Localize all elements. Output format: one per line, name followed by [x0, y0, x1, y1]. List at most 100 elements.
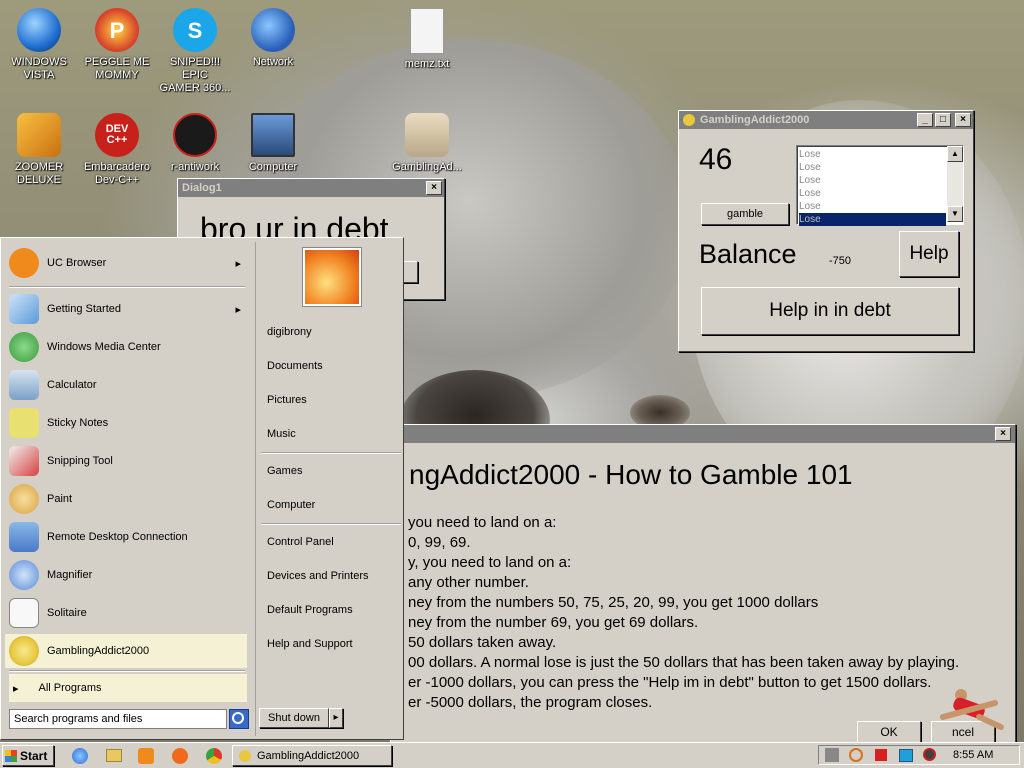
help-button[interactable]: Help	[899, 231, 959, 277]
all-programs-button[interactable]: ▸ All Programs	[9, 674, 247, 702]
howto-close-button[interactable]: ×	[995, 427, 1011, 441]
tray-search-icon[interactable]	[849, 748, 863, 762]
list-item[interactable]: Lose	[799, 148, 946, 161]
desktop-icon-label: Dev-C++	[94, 174, 140, 186]
start-item-magnifier[interactable]: Magnifier	[5, 558, 247, 592]
gambling-coin-icon	[239, 749, 251, 762]
submenu-arrow-icon: ▸	[235, 257, 241, 270]
start-item-snipping-tool[interactable]: Snipping Tool	[5, 444, 247, 478]
desktop-icon-sniped[interactable]: S SNIPED!!! EPIC GAMER 360...	[156, 8, 234, 95]
start-item-remote-desktop[interactable]: Remote Desktop Connection	[5, 520, 247, 554]
list-item[interactable]: Lose	[799, 187, 946, 200]
desktop-icon-windows-vista[interactable]: WINDOWS VISTA	[0, 8, 78, 82]
shutdown-options-button[interactable]: ▸	[329, 708, 343, 728]
uc-browser-taskbar-icon[interactable]	[172, 748, 188, 764]
paint-icon	[9, 484, 39, 514]
shutdown-button[interactable]: Shut down	[259, 708, 329, 728]
start-item-label: Windows Media Center	[47, 341, 161, 353]
gambling-close-button[interactable]: ×	[955, 113, 971, 127]
desktop-icon-gamblingaddict-folder[interactable]: GamblingAd...	[388, 113, 466, 174]
list-item[interactable]: Lose	[799, 174, 946, 187]
help-in-debt-button[interactable]: Help in in debt	[701, 287, 959, 335]
desktop-icon-peggle[interactable]: P PEGGLE ME MOMMY	[78, 8, 156, 82]
desktop-icon-devcpp[interactable]: DEV C++ Embarcadero Dev-C++	[78, 113, 156, 187]
desktop-icon-antiwork[interactable]: r-antiwork	[156, 113, 234, 174]
tray-network-icon[interactable]	[899, 749, 913, 762]
taskbar-clock[interactable]: 8:55 AM	[953, 749, 993, 761]
places-item-games[interactable]: Games	[267, 465, 302, 477]
search-input[interactable]: Search programs and files	[14, 713, 142, 725]
places-item-user[interactable]: digibrony	[267, 326, 312, 338]
tray-app-icon[interactable]	[825, 748, 839, 762]
start-item-getting-started[interactable]: Getting Started ▸	[5, 292, 247, 326]
howto-ok-button[interactable]: OK	[857, 721, 921, 742]
places-item-default-programs[interactable]: Default Programs	[267, 604, 353, 616]
getting-started-icon	[9, 294, 39, 324]
dialog1-title: Dialog1	[182, 182, 222, 194]
desktop-icon-label: GAMER 360...	[159, 82, 231, 94]
gambling-maximize-button[interactable]: □	[935, 113, 951, 127]
start-item-label: GamblingAddict2000	[47, 645, 150, 657]
start-menu: UC Browser ▸ Getting Started ▸ Windows M…	[0, 237, 404, 740]
start-item-gamblingaddict[interactable]: GamblingAddict2000	[5, 634, 247, 668]
show-desktop-button[interactable]	[1005, 748, 1015, 762]
howto-window: × ngAddict2000 - How to Gamble 101 you n…	[390, 424, 1016, 742]
list-item-selected[interactable]: Lose	[799, 213, 946, 226]
start-item-solitaire[interactable]: Solitaire	[5, 596, 247, 630]
magnifier-icon	[9, 560, 39, 590]
start-item-label: Remote Desktop Connection	[47, 531, 188, 543]
howto-line: any other number.	[408, 574, 529, 591]
start-item-paint[interactable]: Paint	[5, 482, 247, 516]
tray-volume-icon[interactable]	[923, 748, 936, 761]
howto-titlebar[interactable]: ×	[391, 425, 1015, 443]
chrome-icon[interactable]	[206, 748, 222, 764]
dialog1-close-button[interactable]: ×	[426, 181, 442, 195]
dialog1-titlebar[interactable]: Dialog1 ×	[178, 179, 444, 197]
places-item-devices-printers[interactable]: Devices and Printers	[267, 570, 369, 582]
places-item-documents[interactable]: Documents	[267, 360, 323, 372]
list-item[interactable]: Lose	[799, 161, 946, 174]
list-item[interactable]: Lose	[799, 200, 946, 213]
desktop-icon-computer[interactable]: Computer	[234, 113, 312, 174]
howto-line: you need to land on a:	[408, 514, 557, 531]
start-item-label: Magnifier	[47, 569, 93, 581]
start-item-uc-browser[interactable]: UC Browser ▸	[5, 246, 247, 280]
explorer-folder-icon[interactable]	[106, 749, 122, 762]
gambling-titlebar[interactable]: GamblingAddict2000 _ □ ×	[679, 111, 973, 129]
scroll-down-arrow-icon[interactable]: ▼	[947, 206, 963, 222]
search-box[interactable]: Search programs and files	[9, 709, 227, 729]
gambling-minimize-button[interactable]: _	[917, 113, 933, 127]
scroll-up-arrow-icon[interactable]: ▲	[947, 146, 963, 162]
desktop-icon-zoomer[interactable]: ZOOMER DELUXE	[0, 113, 78, 187]
places-item-control-panel[interactable]: Control Panel	[267, 536, 334, 548]
start-button[interactable]: Start	[2, 745, 54, 766]
start-item-sticky-notes[interactable]: Sticky Notes	[5, 406, 247, 440]
results-list-items: Lose Lose Lose Lose Lose Lose	[799, 148, 946, 226]
gamble-button[interactable]: gamble	[701, 203, 789, 225]
places-item-pictures[interactable]: Pictures	[267, 394, 307, 406]
desktop-icon-network[interactable]: Network	[234, 8, 312, 69]
desktop-icon-label: WINDOWS	[11, 56, 67, 68]
user-picture-icon[interactable]	[303, 248, 361, 306]
vista-orb-icon	[17, 8, 61, 52]
tray-flag-icon[interactable]	[875, 749, 887, 761]
places-item-music[interactable]: Music	[267, 428, 296, 440]
places-item-help-support[interactable]: Help and Support	[267, 638, 353, 650]
search-button[interactable]	[229, 709, 249, 729]
computer-icon	[251, 113, 295, 157]
start-item-label: Paint	[47, 493, 73, 505]
howto-line: er -5000 dollars, the program closes.	[408, 694, 653, 711]
start-item-media-center[interactable]: Windows Media Center	[5, 330, 247, 364]
desktop-icon-label: PEGGLE ME	[84, 56, 150, 68]
desktop-icon-memz[interactable]: memz.txt	[388, 8, 466, 71]
remote-desktop-icon	[9, 522, 39, 552]
ie-icon[interactable]	[72, 748, 88, 764]
media-player-icon[interactable]	[138, 748, 154, 764]
results-scrollbar[interactable]: ▲ ▼	[947, 146, 963, 222]
places-item-computer[interactable]: Computer	[267, 499, 315, 511]
start-item-calculator[interactable]: Calculator	[5, 368, 247, 402]
snipping-tool-icon	[9, 446, 39, 476]
results-list[interactable]: Lose Lose Lose Lose Lose Lose ▲ ▼	[796, 145, 964, 226]
calculator-icon	[9, 370, 39, 400]
taskbar-task-gamblingaddict[interactable]: GamblingAddict2000	[232, 745, 392, 766]
